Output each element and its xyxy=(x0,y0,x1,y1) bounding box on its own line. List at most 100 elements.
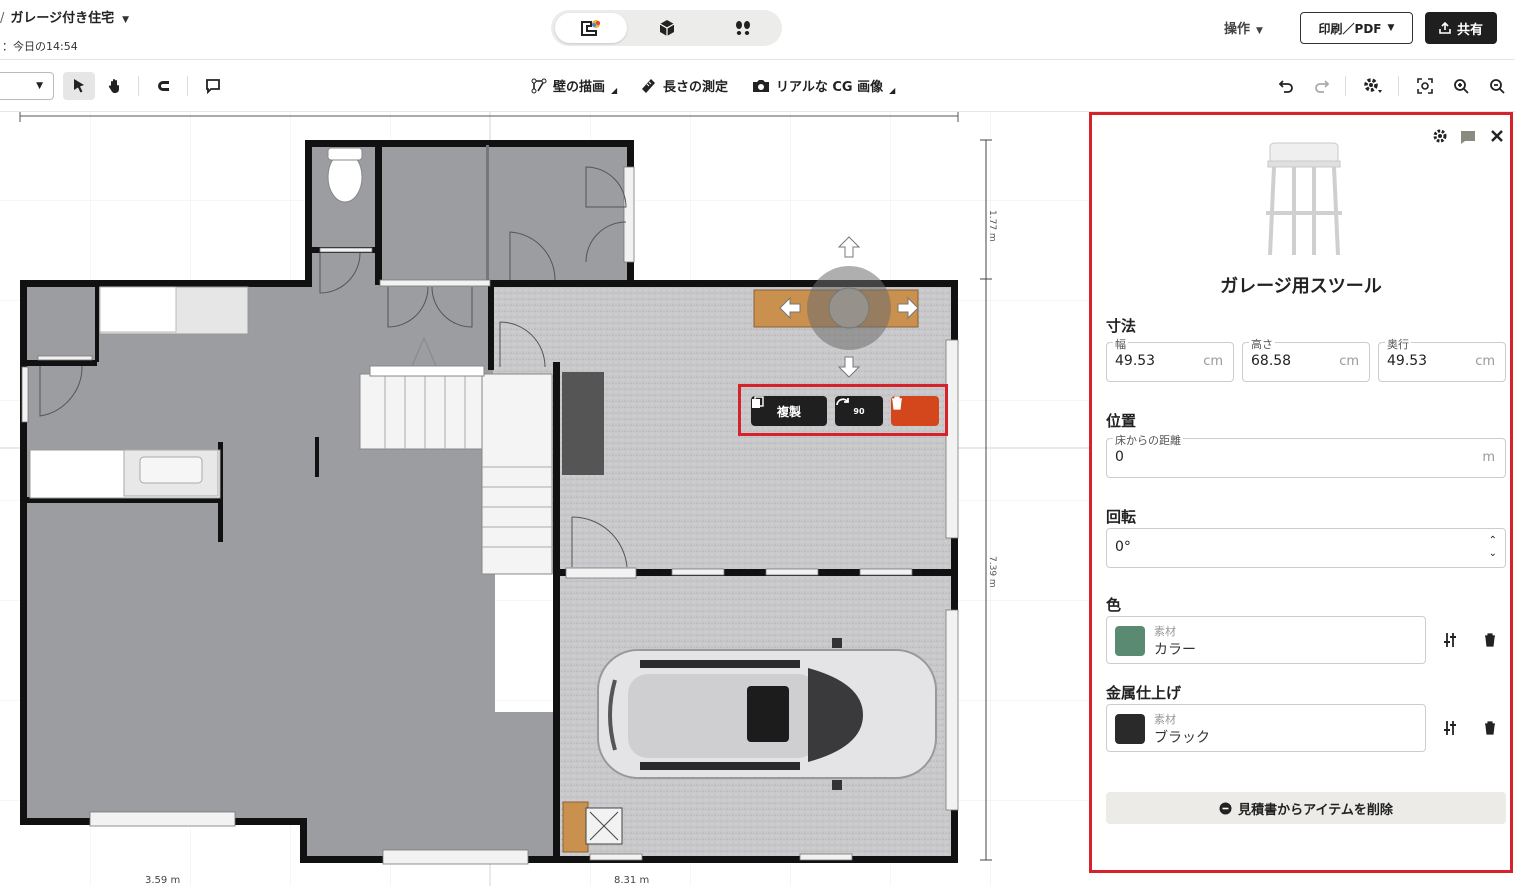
metal-material-value: ブラック xyxy=(1154,730,1210,746)
item-action-bar: 複製 90 xyxy=(738,384,948,436)
operations-menu[interactable]: 操作 ▼ xyxy=(1224,18,1263,37)
panel-settings-button[interactable] xyxy=(1432,128,1448,148)
view-walk-button[interactable] xyxy=(707,13,779,43)
undo-button[interactable] xyxy=(1270,72,1302,100)
color-remove-button[interactable] xyxy=(1480,630,1500,650)
floor-select[interactable]: ▼ xyxy=(0,72,54,100)
toolbar-divider xyxy=(1345,76,1346,96)
color-material-label: 素材 xyxy=(1154,625,1176,638)
cg-image-tool[interactable]: リアルな CG 画像 ◢ xyxy=(752,76,895,95)
chevron-down-icon: ▼ xyxy=(1387,23,1395,33)
dimension-bottom-mid: 8.31 m xyxy=(614,875,649,886)
cursor-arrow-icon xyxy=(74,79,84,93)
view-switch xyxy=(551,10,782,46)
rotation-field[interactable]: 0° ⌃ ⌄ xyxy=(1106,528,1506,568)
color-material-value: カラー xyxy=(1154,642,1196,658)
minus-circle-icon xyxy=(1219,802,1232,814)
duplicate-label: 複製 xyxy=(776,404,801,419)
chevron-down-icon: ▼ xyxy=(1256,26,1263,36)
remove-from-estimate-button[interactable]: 見積書からアイテムを削除 xyxy=(1106,792,1506,824)
rotate-90-button[interactable]: 90 xyxy=(835,396,883,426)
dimension-bottom-left: 3.59 m xyxy=(145,875,180,886)
share-icon xyxy=(1439,22,1451,34)
metal-material-box[interactable]: 素材 ブラック xyxy=(1106,704,1426,752)
duplicate-icon xyxy=(752,396,764,408)
kitchen-appliance xyxy=(99,286,177,333)
fit-view-button[interactable] xyxy=(1409,72,1441,100)
delete-item-button[interactable] xyxy=(891,396,939,426)
properties-panel: ガレージ用スツール 寸法 幅 49.53 cm 高さ 68.58 cm 奥行 4… xyxy=(1089,112,1513,873)
floor-distance-value: 0 xyxy=(1115,449,1124,465)
stool-thumbnail xyxy=(1266,142,1342,256)
rotation-stepper[interactable]: ⌃ ⌄ xyxy=(1489,534,1497,560)
pan-tool-button[interactable] xyxy=(99,72,131,100)
floorplan-drawing: 1.77 m 7.39 m 3.59 m 8.31 m xyxy=(0,112,1090,886)
zoom-out-button[interactable] xyxy=(1481,72,1513,100)
breadcrumb[interactable]: / ガレージ付き住宅 ▼ xyxy=(0,7,129,26)
breadcrumb-separator: / xyxy=(0,11,5,26)
fit-screen-icon xyxy=(1417,78,1433,94)
toolbar-divider xyxy=(138,76,139,96)
top-bar: / ガレージ付き住宅 ▼ ：今日の14:54 操作 ▼ 印刷／PDF ▼ 共有 xyxy=(0,0,1515,60)
print-pdf-button[interactable]: 印刷／PDF ▼ xyxy=(1300,12,1413,44)
item-name: ガレージ用スツール xyxy=(1220,276,1382,297)
app-root: / ガレージ付き住宅 ▼ ：今日の14:54 操作 ▼ 印刷／PDF ▼ 共有 … xyxy=(0,0,1515,886)
duplicate-button[interactable]: 複製 xyxy=(751,396,827,426)
zoom-in-icon xyxy=(1454,79,1469,94)
chevron-down-icon: ▼ xyxy=(36,81,43,91)
metal-remove-button[interactable] xyxy=(1480,718,1500,738)
camera-icon xyxy=(753,79,769,92)
close-panel-button[interactable] xyxy=(1490,128,1504,147)
garage-shelf xyxy=(562,801,589,853)
panel-comment-button[interactable] xyxy=(1460,129,1476,149)
depth-value: 49.53 xyxy=(1387,353,1428,369)
corner-caret-icon: ◢ xyxy=(611,86,618,95)
chevron-up-icon[interactable]: ⌃ xyxy=(1489,535,1497,546)
floor-distance-field[interactable]: 床からの距離 0 m xyxy=(1106,432,1506,478)
height-value: 68.58 xyxy=(1251,353,1292,369)
magnet-icon xyxy=(158,81,169,91)
width-value: 49.53 xyxy=(1115,353,1156,369)
view-3d-button[interactable] xyxy=(631,13,703,43)
width-unit: cm xyxy=(1203,354,1223,369)
depth-unit: cm xyxy=(1475,354,1495,369)
toilet-tank xyxy=(327,147,363,161)
car xyxy=(597,638,937,790)
cube-3d-icon xyxy=(659,20,675,36)
share-button[interactable]: 共有 xyxy=(1425,12,1497,44)
zoom-out-icon xyxy=(1490,79,1505,94)
width-field[interactable]: 幅 49.53 cm xyxy=(1106,336,1234,382)
operations-label: 操作 xyxy=(1224,22,1251,37)
metal-adjust-button[interactable] xyxy=(1440,718,1460,738)
redo-button[interactable] xyxy=(1306,72,1338,100)
chevron-down-icon[interactable]: ▼ xyxy=(122,15,129,25)
color-adjust-button[interactable] xyxy=(1440,630,1460,650)
metal-finish-title: 金属仕上げ xyxy=(1106,684,1182,702)
select-tool-button[interactable] xyxy=(63,72,95,100)
width-label: 幅 xyxy=(1113,336,1128,352)
project-title[interactable]: ガレージ付き住宅 xyxy=(10,11,114,26)
undo-icon xyxy=(1278,80,1293,93)
comment-button[interactable] xyxy=(197,72,229,100)
height-field[interactable]: 高さ 68.58 cm xyxy=(1242,336,1370,382)
draw-walls-tool[interactable]: 壁の描画 ◢ xyxy=(531,76,617,95)
hand-icon xyxy=(108,79,119,93)
view-2d-button[interactable] xyxy=(555,13,627,43)
dimensions-title: 寸法 xyxy=(1106,317,1137,335)
sliders-icon xyxy=(1444,721,1456,735)
color-title: 色 xyxy=(1106,596,1122,614)
rotate-label: 90 xyxy=(853,406,865,416)
toolbar-divider xyxy=(187,76,188,96)
depth-field[interactable]: 奥行 49.53 cm xyxy=(1378,336,1506,382)
footprints-icon xyxy=(736,21,750,35)
color-material-box[interactable]: 素材 カラー xyxy=(1106,616,1426,664)
chevron-down-icon[interactable]: ⌄ xyxy=(1489,548,1497,559)
wall-draw-icon xyxy=(531,78,547,93)
snap-magnet-button[interactable] xyxy=(148,72,180,100)
zoom-in-button[interactable] xyxy=(1445,72,1477,100)
floorplan-canvas[interactable]: 1.77 m 7.39 m 3.59 m 8.31 m 複製 90 xyxy=(0,112,1090,886)
settings-button[interactable] xyxy=(1357,72,1389,100)
measure-tool[interactable]: 長さの測定 xyxy=(641,76,728,95)
comment-icon xyxy=(1461,131,1475,144)
stool-item[interactable] xyxy=(828,287,870,329)
